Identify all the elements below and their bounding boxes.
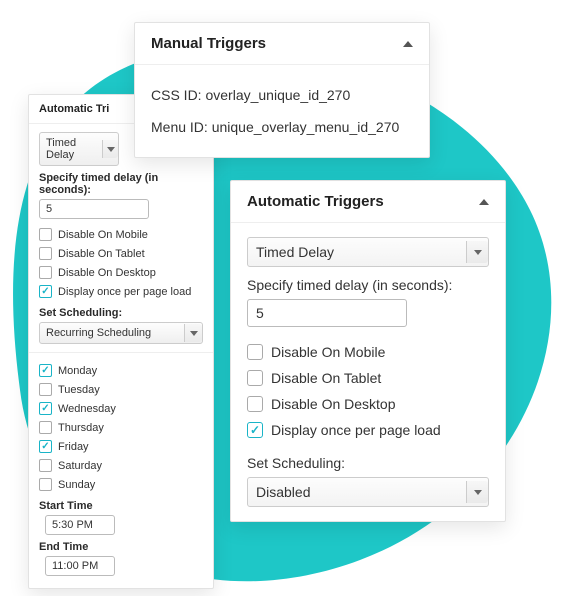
delay-input[interactable]: 5 bbox=[39, 199, 149, 219]
panel-title: Automatic Triggers bbox=[247, 193, 384, 210]
collapse-icon bbox=[403, 41, 413, 47]
menu-id-value: unique_overlay_menu_id_270 bbox=[212, 119, 400, 135]
select-value: Timed Delay bbox=[256, 244, 334, 260]
disable-mobile-checkbox[interactable] bbox=[39, 228, 52, 241]
check-icon: ✓ bbox=[250, 424, 260, 436]
day-sunday-checkbox[interactable] bbox=[39, 478, 52, 491]
scheduling-select[interactable]: Recurring Scheduling bbox=[39, 322, 203, 344]
check-icon: ✓ bbox=[41, 442, 49, 452]
select-value: Disabled bbox=[256, 484, 310, 500]
panel-header[interactable]: Automatic Triggers bbox=[231, 181, 505, 223]
delay-label: Specify timed delay (in seconds): bbox=[39, 172, 203, 196]
end-time-label: End Time bbox=[39, 541, 203, 553]
checkbox-label: Sunday bbox=[58, 479, 95, 491]
checkbox-label: Disable On Tablet bbox=[58, 248, 145, 260]
scheduling-select[interactable]: Disabled bbox=[247, 477, 489, 507]
panel-title: Manual Triggers bbox=[151, 35, 266, 52]
disable-tablet-checkbox[interactable] bbox=[247, 370, 263, 386]
checkbox-label: Disable On Mobile bbox=[271, 344, 385, 360]
delay-input[interactable]: 5 bbox=[247, 299, 407, 327]
start-time-input[interactable]: 5:30 PM bbox=[45, 515, 115, 535]
chevron-down-icon bbox=[474, 250, 482, 255]
checkbox-label: Display once per page load bbox=[271, 422, 441, 438]
checkbox-label: Disable On Desktop bbox=[271, 396, 396, 412]
panel-title: Automatic Tri bbox=[39, 103, 109, 115]
scheduling-label: Set Scheduling: bbox=[39, 307, 203, 319]
scheduling-label: Set Scheduling: bbox=[247, 455, 489, 471]
checkbox-label: Display once per page load bbox=[58, 286, 191, 298]
chevron-down-icon bbox=[474, 490, 482, 495]
css-id-value: overlay_unique_id_270 bbox=[205, 87, 350, 103]
trigger-type-select[interactable]: Timed Delay bbox=[247, 237, 489, 267]
checkbox-label: Tuesday bbox=[58, 384, 100, 396]
start-time-label: Start Time bbox=[39, 500, 203, 512]
checkbox-label: Wednesday bbox=[58, 403, 116, 415]
css-id-row: CSS ID: overlay_unique_id_270 bbox=[151, 79, 413, 111]
chevron-down-icon bbox=[107, 147, 115, 152]
display-once-checkbox[interactable]: ✓ bbox=[39, 285, 52, 298]
checkbox-label: Thursday bbox=[58, 422, 104, 434]
check-icon: ✓ bbox=[41, 287, 49, 297]
check-icon: ✓ bbox=[41, 404, 49, 414]
manual-triggers-panel: Manual Triggers CSS ID: overlay_unique_i… bbox=[134, 22, 430, 158]
panel-header[interactable]: Manual Triggers bbox=[135, 23, 429, 65]
disable-tablet-checkbox[interactable] bbox=[39, 247, 52, 260]
checkbox-label: Saturday bbox=[58, 460, 102, 472]
disable-desktop-checkbox[interactable] bbox=[247, 396, 263, 412]
day-friday-checkbox[interactable]: ✓ bbox=[39, 440, 52, 453]
checkbox-label: Disable On Tablet bbox=[271, 370, 381, 386]
disable-mobile-checkbox[interactable] bbox=[247, 344, 263, 360]
automatic-triggers-panel: Automatic Triggers Timed Delay Specify t… bbox=[230, 180, 506, 522]
day-tuesday-checkbox[interactable] bbox=[39, 383, 52, 396]
check-icon: ✓ bbox=[41, 366, 49, 376]
day-thursday-checkbox[interactable] bbox=[39, 421, 52, 434]
display-once-checkbox[interactable]: ✓ bbox=[247, 422, 263, 438]
menu-id-row: Menu ID: unique_overlay_menu_id_270 bbox=[151, 111, 413, 143]
disable-desktop-checkbox[interactable] bbox=[39, 266, 52, 279]
day-wednesday-checkbox[interactable]: ✓ bbox=[39, 402, 52, 415]
menu-id-label: Menu ID: bbox=[151, 119, 208, 135]
checkbox-label: Friday bbox=[58, 441, 89, 453]
select-value: Timed Delay bbox=[46, 137, 98, 161]
end-time-input[interactable]: 11:00 PM bbox=[45, 556, 115, 576]
checkbox-label: Disable On Mobile bbox=[58, 229, 148, 241]
css-id-label: CSS ID: bbox=[151, 87, 202, 103]
day-monday-checkbox[interactable]: ✓ bbox=[39, 364, 52, 377]
collapse-icon bbox=[479, 199, 489, 205]
checkbox-label: Monday bbox=[58, 365, 97, 377]
automatic-triggers-panel-back: Automatic Tri Timed Delay Specify timed … bbox=[28, 94, 214, 589]
checkbox-label: Disable On Desktop bbox=[58, 267, 156, 279]
chevron-down-icon bbox=[190, 331, 198, 336]
trigger-type-select[interactable]: Timed Delay bbox=[39, 132, 119, 166]
day-saturday-checkbox[interactable] bbox=[39, 459, 52, 472]
select-value: Recurring Scheduling bbox=[46, 327, 151, 339]
delay-label: Specify timed delay (in seconds): bbox=[247, 277, 489, 293]
